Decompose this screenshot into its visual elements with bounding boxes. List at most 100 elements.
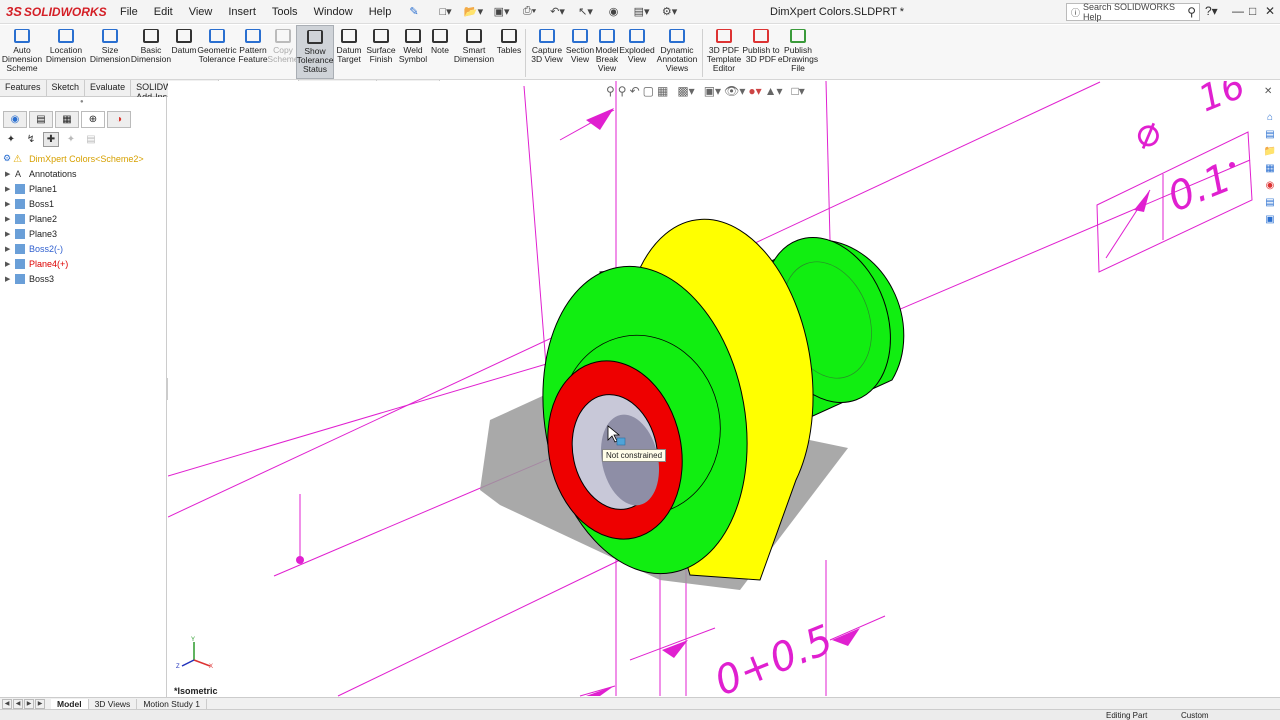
display-manager-tab-icon[interactable]: ◑ (107, 111, 131, 128)
first-tab-icon[interactable]: ◀ (2, 698, 12, 709)
display-style-icon[interactable]: ▣▾ (704, 84, 721, 98)
design-library-icon[interactable]: ▤ (1262, 127, 1278, 142)
dynamic-annotation-icon[interactable]: ▦ (657, 84, 668, 98)
auto-dimension-scheme-icon[interactable]: ✦ (3, 132, 19, 147)
expand-arrow-icon[interactable]: ▶ (5, 260, 15, 268)
menu-insert[interactable]: Insert (220, 6, 264, 18)
dimxpert-manager-tab-icon[interactable]: ⊕ (81, 111, 105, 128)
restore-button[interactable]: □ (1249, 4, 1256, 18)
undo-icon[interactable]: ↶▾ (545, 3, 571, 21)
configuration-manager-tab-icon[interactable]: ▦ (55, 111, 79, 128)
tree-item[interactable]: ▶ Boss2(-) (0, 241, 166, 256)
prev-tab-icon[interactable]: ◀ (13, 698, 23, 709)
tab-motion-study[interactable]: Motion Study 1 (137, 698, 208, 709)
select-icon[interactable]: ↖▾ (573, 3, 599, 21)
custom-properties-icon[interactable]: ▤ (1262, 195, 1278, 210)
expand-arrow-icon[interactable]: ▶ (5, 200, 15, 208)
ribbon-button-12[interactable]: Note (428, 25, 452, 79)
zoom-to-area-icon[interactable]: ⚲ (618, 84, 627, 98)
menu-file[interactable]: File (112, 6, 146, 18)
ribbon-button-18[interactable]: Exploded View (619, 25, 655, 79)
expand-arrow-icon[interactable]: ▶ (5, 275, 15, 283)
print-icon[interactable]: ⎙▾ (517, 3, 543, 21)
expand-arrow-icon[interactable]: ▶ (5, 215, 15, 223)
tab-model[interactable]: Model (51, 698, 89, 709)
tab-3d-views[interactable]: 3D Views (89, 698, 138, 709)
ribbon-button-4[interactable]: Datum (170, 25, 198, 79)
ribbon-button-11[interactable]: Weld Symbol (398, 25, 428, 79)
ribbon-button-5[interactable]: Geometric Tolerance (197, 25, 237, 79)
window-close-icon[interactable]: ✕ (1264, 86, 1272, 97)
ribbon-button-22[interactable]: Publish eDrawings File (778, 25, 818, 79)
ribbon-button-21[interactable]: Publish to 3D PDF (742, 25, 780, 79)
ribbon-button-14[interactable]: Tables (496, 25, 522, 79)
next-tab-icon[interactable]: ▶ (24, 698, 34, 709)
tab-sketch[interactable]: Sketch (47, 80, 86, 96)
file-properties-icon[interactable]: ▤▾ (629, 3, 655, 21)
ribbon-button-1[interactable]: Location Dimension (44, 25, 88, 79)
ribbon-button-10[interactable]: Surface Finish (364, 25, 398, 79)
minimize-button[interactable]: — (1232, 4, 1244, 18)
forum-icon[interactable]: ▣ (1262, 212, 1278, 227)
tree-item[interactable]: ▶ Plane2 (0, 211, 166, 226)
feature-manager-tab-icon[interactable]: ◉ (3, 111, 27, 128)
save-icon[interactable]: ▣▾ (489, 3, 515, 21)
tab-features[interactable]: Features (0, 80, 47, 96)
menu-help[interactable]: Help (361, 6, 400, 18)
zoom-to-fit-icon[interactable]: ⚲ (606, 84, 615, 98)
view-orientation-icon[interactable]: ▩▾ (677, 84, 694, 98)
rebuild-icon[interactable]: ◉ (601, 3, 627, 21)
ribbon-button-20[interactable]: 3D PDF Template Editor (706, 25, 742, 79)
previous-view-icon[interactable]: ↶ (630, 84, 640, 98)
ribbon-button-16[interactable]: Section View (565, 25, 595, 79)
menu-tools[interactable]: Tools (264, 6, 306, 18)
solidworks-logo[interactable]: 3S SOLIDWORKS (0, 4, 112, 19)
panel-splitter-handle[interactable]: ● (80, 99, 84, 105)
last-tab-icon[interactable]: ▶ (35, 698, 45, 709)
tree-item[interactable]: ⚙ ⚠ DimXpert Colors<Scheme2> (0, 151, 166, 166)
status-units[interactable]: Custom (1181, 711, 1209, 720)
property-manager-tab-icon[interactable]: ▤ (29, 111, 53, 128)
open-icon[interactable]: 📂▾ (461, 3, 487, 21)
options-gear-icon[interactable]: ⚙▾ (657, 3, 683, 21)
ribbon-button-9[interactable]: Datum Target (334, 25, 364, 79)
search-icon[interactable]: ⚲ (1187, 5, 1196, 19)
tree-item[interactable]: ▶ Plane1 (0, 181, 166, 196)
view-palette-icon[interactable]: ▦ (1262, 161, 1278, 176)
pin-icon[interactable]: ✎ (409, 5, 418, 18)
expand-arrow-icon[interactable]: ▶ (5, 230, 15, 238)
home-icon[interactable]: ⌂ (1262, 110, 1278, 125)
menu-edit[interactable]: Edit (146, 6, 181, 18)
expand-arrow-icon[interactable]: ▶ (5, 185, 15, 193)
view-settings-icon[interactable]: □▾ (792, 84, 805, 98)
hide-show-items-icon[interactable]: 👁▾ (724, 84, 745, 98)
tree-item[interactable]: ▶ Boss1 (0, 196, 166, 211)
menu-view[interactable]: View (181, 6, 221, 18)
expand-arrow-icon[interactable]: ▶ (5, 170, 15, 178)
menu-window[interactable]: Window (306, 6, 361, 18)
tree-item[interactable]: ▶ Plane4(+) (0, 256, 166, 271)
expand-arrow-icon[interactable]: ▶ (5, 245, 15, 253)
tree-item[interactable]: ▶ Plane3 (0, 226, 166, 241)
ribbon-button-3[interactable]: Basic Dimension (131, 25, 171, 79)
close-button[interactable]: ✕ (1265, 4, 1275, 18)
ribbon-button-2[interactable]: Size Dimension (88, 25, 132, 79)
tree-item[interactable]: ▶ Boss3 (0, 271, 166, 286)
tab-evaluate[interactable]: Evaluate (85, 80, 132, 96)
ribbon-button-17[interactable]: Model Break View (595, 25, 619, 79)
file-explorer-icon[interactable]: 📁 (1262, 144, 1278, 159)
ribbon-button-6[interactable]: Pattern Feature (236, 25, 270, 79)
graphics-area[interactable]: ⌀ 16 0.1 0+0.5 (168, 81, 1264, 697)
edit-appearance-icon[interactable]: ●▾ (748, 84, 761, 98)
ribbon-button-19[interactable]: Dynamic Annotation Views (655, 25, 699, 79)
show-tolerance-status-icon[interactable]: ↯ (23, 132, 39, 147)
tolerance-status-active-icon[interactable]: ✚ (43, 132, 59, 147)
new-document-icon[interactable]: □▾ (433, 3, 459, 21)
search-input[interactable]: ⓘ Search SOLIDWORKS Help ⚲ (1066, 2, 1200, 22)
ribbon-button-0[interactable]: Auto Dimension Scheme (0, 25, 44, 79)
ribbon-button-8[interactable]: Show Tolerance Status (296, 25, 334, 79)
section-view-icon[interactable]: ▢ (643, 84, 654, 98)
tree-item[interactable]: ▶ A Annotations (0, 166, 166, 181)
ribbon-button-13[interactable]: Smart Dimension (452, 25, 496, 79)
help-question-icon[interactable]: ?▾ (1205, 4, 1218, 18)
